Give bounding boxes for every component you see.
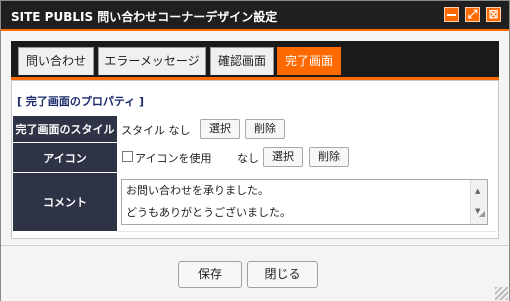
style-value-cell: スタイル なし 選択 削除: [119, 116, 497, 143]
window-title: SITE PUBLIS 問い合わせコーナーデザイン設定: [11, 10, 278, 24]
resize-grip-icon[interactable]: ◢: [479, 205, 485, 223]
tab-bar: 問い合わせ エラーメッセージ 確認画面 完了画面: [11, 41, 499, 80]
icon-select-button[interactable]: 選択: [263, 147, 303, 167]
row-comment: コメント お問い合わせを承りました。 どうもありがとうございました。 ▲ ▼ ◢: [13, 172, 497, 232]
maximize-icon: ⤢: [467, 7, 478, 21]
close-window-button[interactable]: ⊠: [486, 7, 501, 22]
section-title: [ 完了画面のプロパティ ]: [17, 95, 145, 108]
style-label: 完了画面のスタイル: [13, 116, 117, 142]
close-button[interactable]: 閉じる: [247, 261, 318, 288]
comment-line: どうもありがとうございました。: [126, 206, 291, 219]
scroll-up-icon[interactable]: ▲: [475, 182, 480, 200]
minimize-button[interactable]: [444, 7, 459, 22]
icon-label: アイコン: [13, 143, 117, 172]
comment-textarea[interactable]: お問い合わせを承りました。 どうもありがとうございました。 ▲ ▼ ◢: [121, 179, 488, 225]
minimize-icon: [447, 14, 456, 16]
save-button[interactable]: 保存: [178, 261, 242, 288]
style-delete-button[interactable]: 削除: [245, 119, 285, 139]
close-icon: ⊠: [488, 7, 499, 21]
comment-line: お問い合わせを承りました。: [126, 184, 269, 197]
resize-handle[interactable]: [495, 287, 508, 300]
dialog-window: SITE PUBLIS 問い合わせコーナーデザイン設定 ⤢ ⊠ 問い合わせ エラ…: [0, 0, 510, 301]
dialog-footer: 保存 閉じる: [1, 245, 509, 301]
maximize-button[interactable]: ⤢: [465, 7, 480, 22]
row-icon: アイコン アイコンを使用 なし 選択 削除: [13, 142, 497, 173]
use-icon-checkbox-label: アイコンを使用: [135, 152, 212, 165]
row-style: 完了画面のスタイル スタイル なし 選択 削除: [13, 115, 497, 143]
properties-panel: [ 完了画面のプロパティ ] 完了画面のスタイル スタイル なし 選択 削除 ア…: [11, 80, 499, 239]
style-value: スタイル なし: [121, 124, 191, 137]
tab-error-message[interactable]: エラーメッセージ: [98, 47, 206, 75]
icon-delete-button[interactable]: 削除: [309, 147, 349, 167]
properties-table: 完了画面のスタイル スタイル なし 選択 削除 アイコン アイコンを使用 なし …: [13, 115, 497, 232]
comment-value-cell: お問い合わせを承りました。 どうもありがとうございました。 ▲ ▼ ◢: [119, 173, 497, 232]
style-select-button[interactable]: 選択: [200, 119, 240, 139]
icon-value-cell: アイコンを使用 なし 選択 削除: [119, 143, 497, 173]
use-icon-checkbox[interactable]: [122, 151, 133, 162]
tab-inquiry[interactable]: 問い合わせ: [18, 47, 94, 75]
comment-label: コメント: [13, 173, 117, 231]
title-bar[interactable]: SITE PUBLIS 問い合わせコーナーデザイン設定 ⤢ ⊠: [1, 1, 509, 31]
tab-complete-screen[interactable]: 完了画面: [277, 47, 341, 75]
tab-confirm-screen[interactable]: 確認画面: [210, 47, 274, 75]
icon-value: なし: [237, 152, 259, 165]
